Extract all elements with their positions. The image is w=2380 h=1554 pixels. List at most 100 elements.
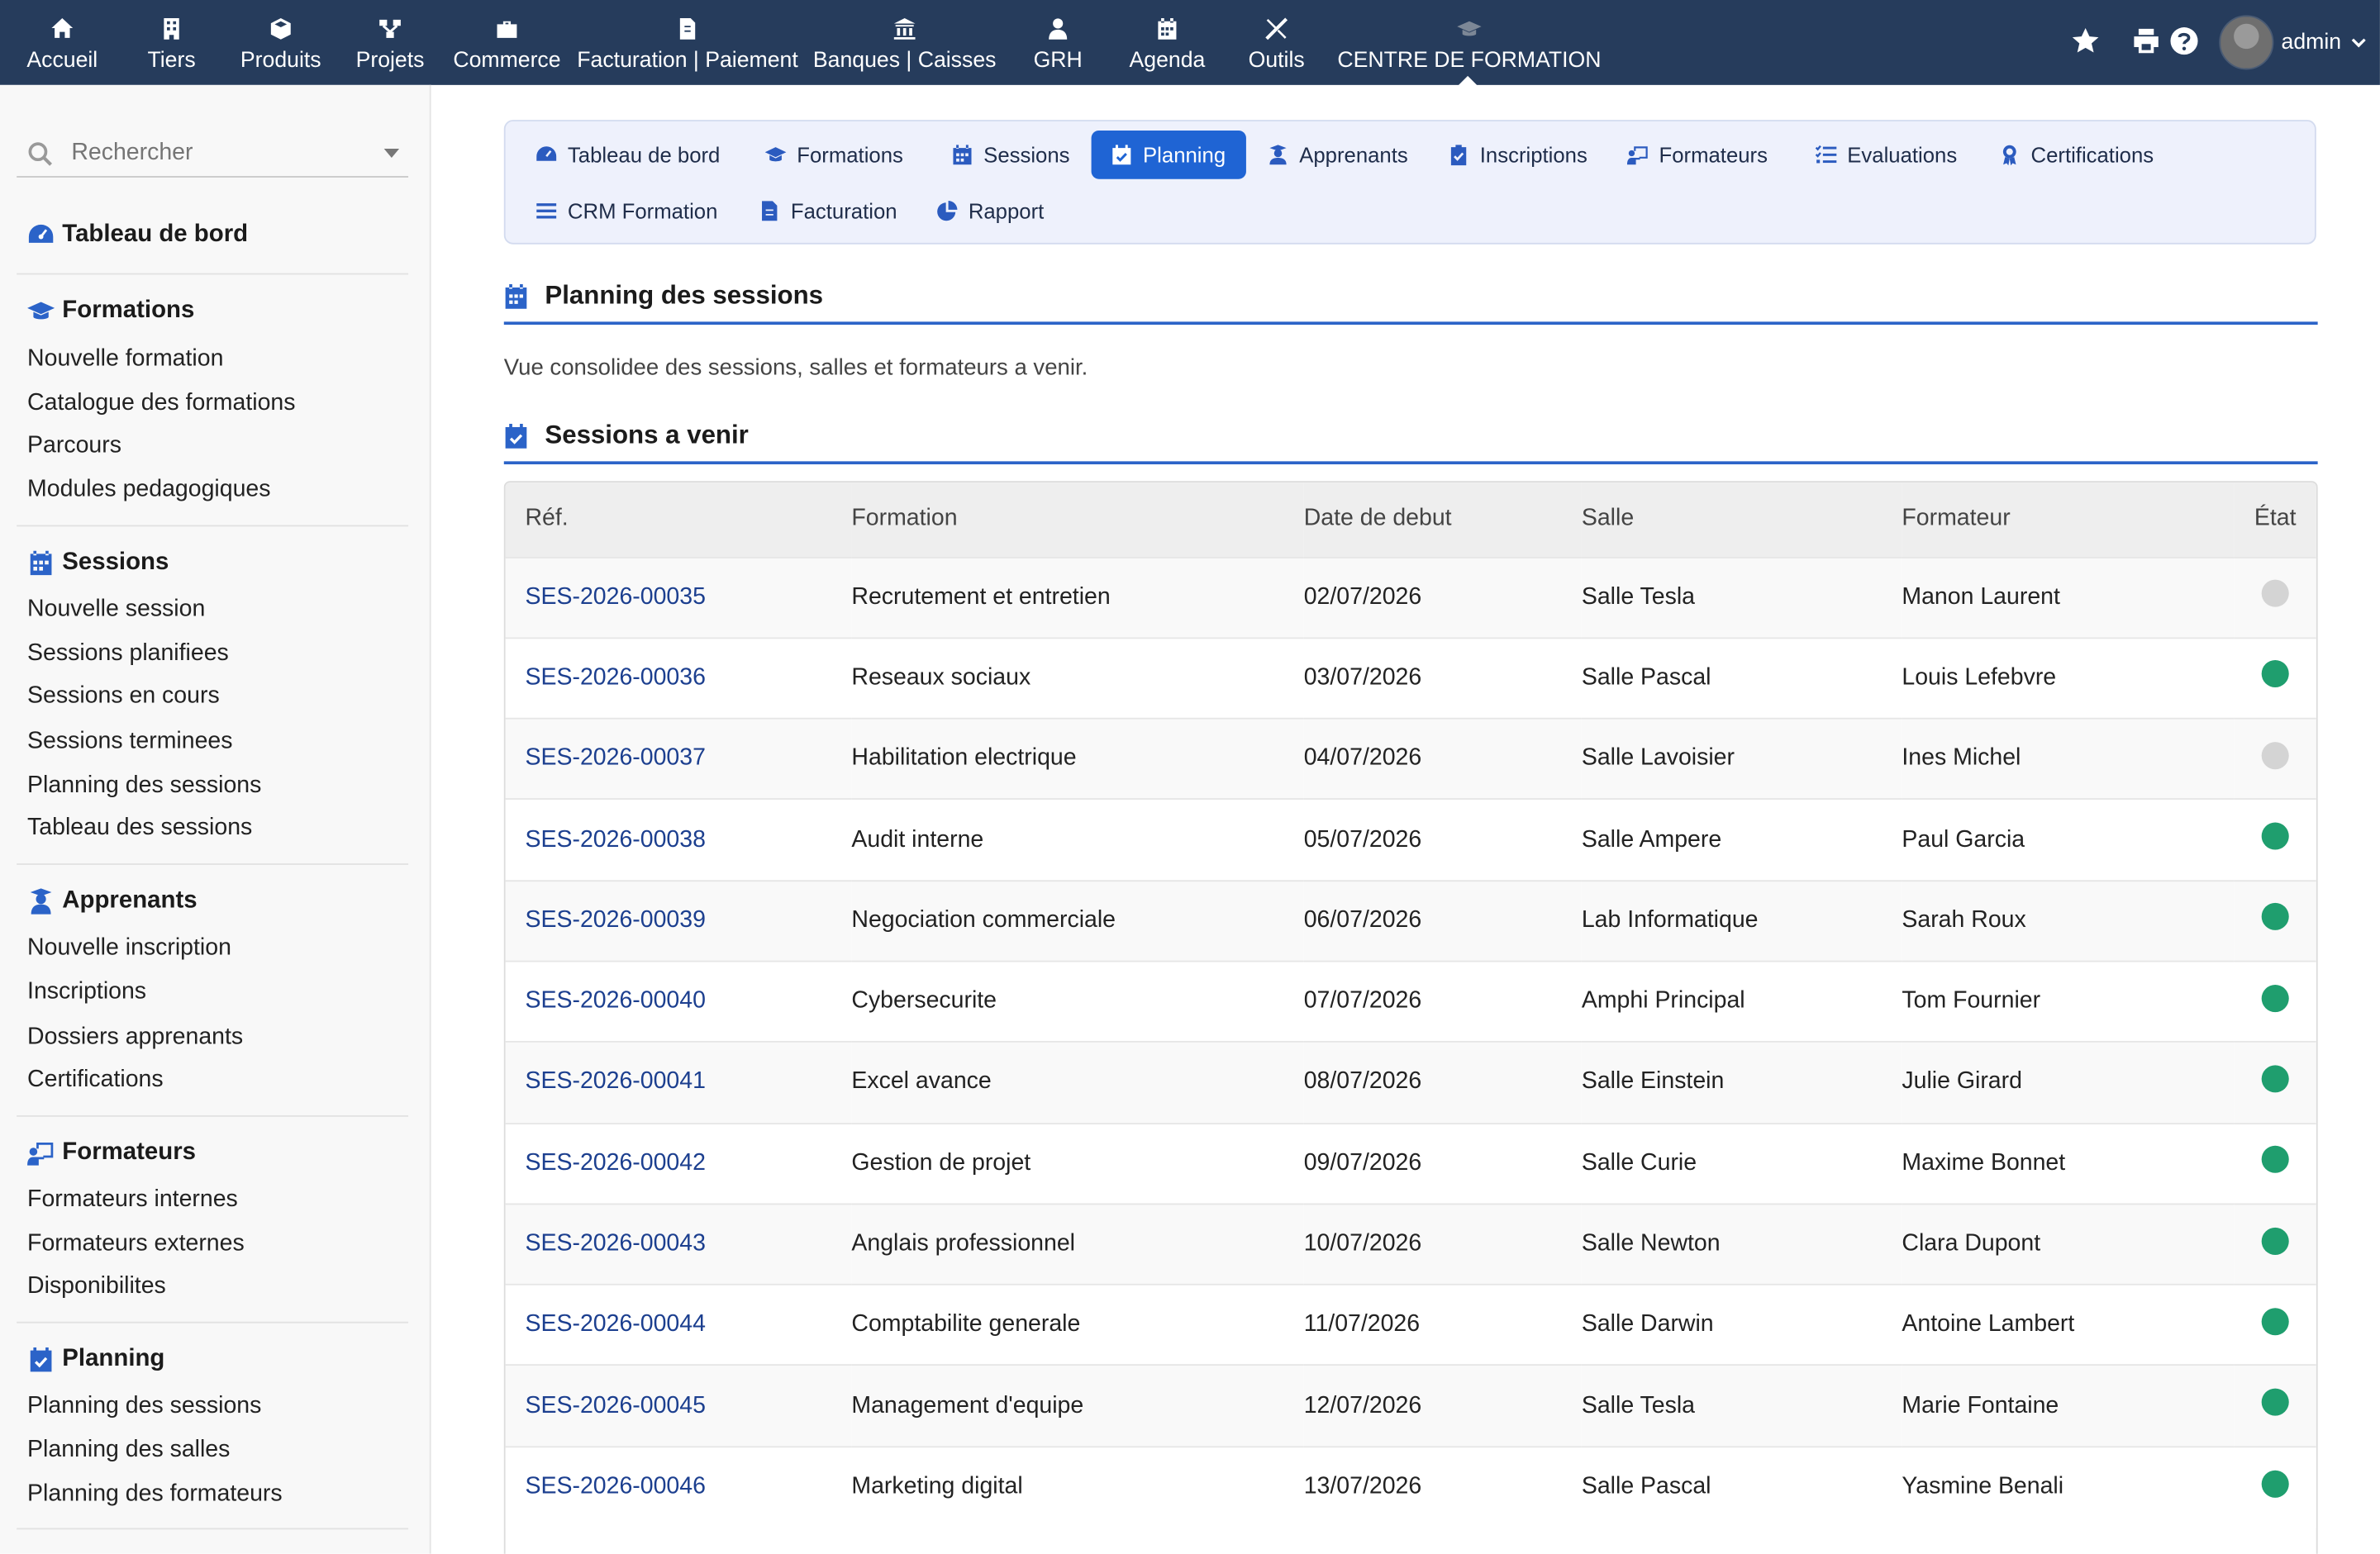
- sidebar-link[interactable]: Planning des sessions: [27, 1393, 261, 1420]
- session-ref-link[interactable]: SES-2026-00042: [506, 1123, 852, 1204]
- sidebar-section-apprenants[interactable]: Apprenants: [27, 887, 198, 915]
- tab-planning[interactable]: Planning: [1091, 130, 1246, 179]
- sidebar-link[interactable]: Planning des sessions: [27, 772, 261, 800]
- table-row[interactable]: SES-2026-00039 Negociation commerciale 06/…: [505, 880, 2316, 962]
- status-cell: [2235, 1123, 2316, 1204]
- sidebar-link[interactable]: Formateurs internes: [27, 1186, 238, 1214]
- calendar-icon: [1158, 18, 1177, 40]
- table-row[interactable]: SES-2026-00045 Management d'equipe 12/07/2…: [505, 1365, 2316, 1447]
- user-menu[interactable]: admin: [2219, 15, 2365, 70]
- column-header-salle[interactable]: Salle: [1582, 482, 1902, 557]
- session-ref-link[interactable]: SES-2026-00037: [506, 719, 852, 800]
- column-header-etat[interactable]: État: [2235, 482, 2316, 557]
- bookmark-button[interactable]: [2070, 26, 2101, 64]
- table-row[interactable]: SES-2026-00041 Excel avance 08/07/2026 Sall…: [505, 1042, 2316, 1124]
- tab-formateurs[interactable]: Formateurs: [1626, 131, 1768, 179]
- menu-grh[interactable]: GRH: [1029, 0, 1087, 85]
- sidebar-dashboard[interactable]: Tableau de bord: [27, 221, 248, 249]
- table-row[interactable]: SES-2026-00046 Marketing digital 13/07/202…: [505, 1446, 2316, 1528]
- sidebar-section-formations[interactable]: Formations: [27, 297, 194, 325]
- table-row[interactable]: SES-2026-00042 Gestion de projet 09/07/202…: [505, 1123, 2316, 1205]
- tab-rapport[interactable]: Rapport: [936, 187, 1044, 235]
- column-header-ref[interactable]: Réf.: [506, 482, 852, 557]
- sidebar-link[interactable]: Inscriptions: [27, 979, 146, 1006]
- sidebar-section-planning[interactable]: Planning: [27, 1346, 164, 1373]
- sidebar-link[interactable]: Sessions terminees: [27, 729, 232, 756]
- table-row[interactable]: SES-2026-00036 Reseaux sociaux 03/07/2026 S…: [505, 637, 2316, 719]
- tab-formations[interactable]: Formations: [764, 131, 903, 179]
- tab-crm-formation[interactable]: CRM Formation: [536, 187, 717, 235]
- session-ref-link[interactable]: SES-2026-00044: [506, 1285, 852, 1366]
- date-cell: 12/07/2026: [1303, 1392, 1422, 1419]
- sidebar-link[interactable]: Dossiers apprenants: [27, 1024, 243, 1052]
- divider: [17, 1528, 409, 1530]
- left-sidebar: Tableau de bord Formations Nouvelle form…: [0, 84, 431, 1554]
- session-ref-link[interactable]: SES-2026-00036: [506, 638, 852, 719]
- column-header-formation[interactable]: Formation: [851, 482, 1303, 557]
- session-ref-link[interactable]: SES-2026-00045: [506, 1366, 852, 1447]
- session-ref-link[interactable]: SES-2026-00041: [506, 1042, 852, 1123]
- status-cell: [2235, 557, 2316, 638]
- column-header-formateur[interactable]: Formateur: [1902, 482, 2234, 557]
- table-row[interactable]: SES-2026-00043 Anglais professionnel 10/07…: [505, 1204, 2316, 1285]
- sidebar-link[interactable]: Planning des salles: [27, 1437, 230, 1464]
- tab-apprenants[interactable]: Apprenants: [1268, 131, 1408, 179]
- tab-certifications[interactable]: Certifications: [1999, 131, 2154, 179]
- divider: [17, 863, 409, 865]
- sidebar-link[interactable]: Tableau des sessions: [27, 815, 252, 842]
- sidebar-section-sessions[interactable]: Sessions: [27, 549, 169, 577]
- calendar-check-icon: [1112, 145, 1131, 165]
- column-header-date[interactable]: Date de debut: [1304, 482, 1582, 557]
- menu-facturation[interactable]: Facturation | Paiement: [577, 0, 798, 85]
- menu-outils[interactable]: Outils: [1241, 0, 1311, 85]
- tab-inscriptions[interactable]: Inscriptions: [1448, 131, 1587, 179]
- session-ref-link[interactable]: SES-2026-00038: [506, 800, 852, 881]
- menu-commerce[interactable]: Commerce: [452, 0, 561, 85]
- menu-projets[interactable]: Projets: [350, 0, 430, 85]
- sidebar-search[interactable]: [17, 131, 409, 178]
- session-ref-link[interactable]: SES-2026-00046: [506, 1447, 852, 1528]
- table-row[interactable]: SES-2026-00038 Audit interne 05/07/2026 Sal…: [505, 799, 2316, 881]
- menu-label: Projets: [355, 48, 425, 74]
- table-row[interactable]: SES-2026-00044 Comptabilite generale 11/07…: [505, 1285, 2316, 1366]
- tab-evaluations[interactable]: Evaluations: [1815, 131, 1957, 179]
- help-button[interactable]: [2169, 26, 2200, 64]
- session-ref-link[interactable]: SES-2026-00039: [506, 881, 852, 962]
- sidebar-link[interactable]: Parcours: [27, 432, 121, 459]
- menu-accueil[interactable]: Accueil: [21, 0, 103, 85]
- table-row[interactable]: SES-2026-00040 Cybersecurite 07/07/2026 Amp…: [505, 961, 2316, 1043]
- menu-banques[interactable]: Banques | Caisses: [812, 0, 997, 85]
- sidebar-link[interactable]: Nouvelle formation: [27, 346, 223, 373]
- session-ref-link[interactable]: SES-2026-00040: [506, 962, 852, 1043]
- print-button[interactable]: [2131, 26, 2162, 64]
- menu-produits[interactable]: Produits: [234, 0, 328, 85]
- tab-tableau-de-bord[interactable]: Tableau de bord: [536, 131, 720, 179]
- search-input[interactable]: [68, 138, 363, 169]
- session-ref-link[interactable]: SES-2026-00043: [506, 1204, 852, 1285]
- table-row[interactable]: SES-2026-00035 Recrutement et entretien 02…: [505, 557, 2316, 638]
- menu-tiers[interactable]: Tiers: [138, 0, 205, 85]
- sidebar-link[interactable]: Nouvelle inscription: [27, 934, 231, 962]
- sidebar-link[interactable]: Modules pedagogiques: [27, 477, 270, 504]
- tab-facturation[interactable]: Facturation: [759, 187, 897, 235]
- table-header-row: Réf. Formation Date de debut Salle Forma…: [505, 482, 2316, 558]
- date-cell: 04/07/2026: [1303, 745, 1422, 772]
- salle-cell: Salle Darwin: [1581, 1311, 1714, 1338]
- sidebar-section-formateurs[interactable]: Formateurs: [27, 1139, 196, 1167]
- menu-agenda[interactable]: Agenda: [1126, 0, 1208, 85]
- sidebar-link[interactable]: Sessions planifiees: [27, 640, 229, 668]
- sidebar-link[interactable]: Catalogue des formations: [27, 390, 295, 417]
- sidebar-link[interactable]: Sessions en cours: [27, 683, 220, 710]
- sidebar-link[interactable]: Certifications: [27, 1067, 164, 1094]
- tab-sessions[interactable]: Sessions: [952, 131, 1070, 179]
- search-dropdown-arrow-icon[interactable]: [383, 148, 400, 159]
- sidebar-link[interactable]: Nouvelle session: [27, 596, 205, 624]
- graduation-cap-icon: [764, 147, 787, 162]
- sidebar-link[interactable]: Formateurs externes: [27, 1231, 245, 1258]
- sidebar-link[interactable]: Disponibilites: [27, 1273, 166, 1300]
- session-ref-link[interactable]: SES-2026-00035: [506, 557, 852, 638]
- sidebar-link[interactable]: Planning des formateurs: [27, 1481, 283, 1509]
- table-row[interactable]: SES-2026-00037 Habilitation electrique 04/…: [505, 718, 2316, 800]
- menu-centre-de-formation[interactable]: CENTRE DE FORMATION: [1337, 0, 1601, 85]
- star-icon: [2072, 27, 2099, 53]
